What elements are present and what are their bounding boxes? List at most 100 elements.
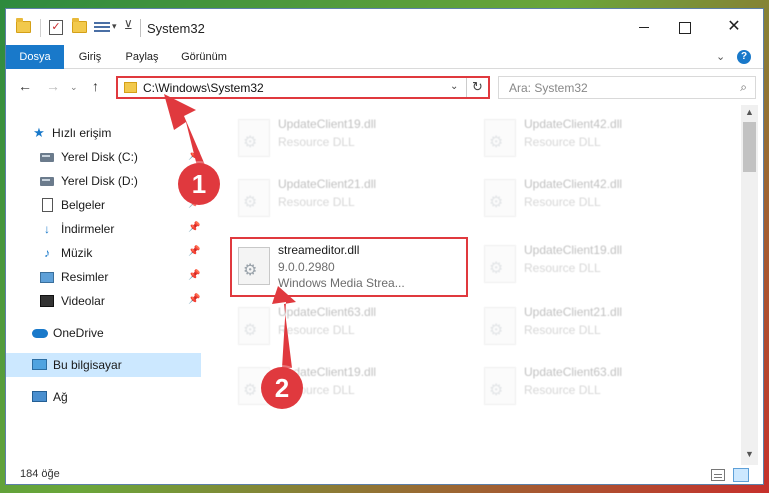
dll-file-icon — [484, 245, 516, 283]
file-item[interactable]: UpdateClient19.dll Resource DLL — [230, 111, 460, 165]
rename-icon[interactable] — [94, 20, 110, 34]
minimize-button[interactable] — [624, 15, 664, 39]
file-name: UpdateClient21.dll — [278, 177, 377, 191]
qat-dropdown-icon[interactable]: ▾ — [112, 21, 117, 32]
sidebar-item-downloads[interactable]: ↓ İndirmeler 📌 — [6, 217, 201, 241]
customize-qat-icon[interactable]: ⊻ — [124, 18, 133, 32]
new-folder-icon[interactable] — [72, 18, 87, 33]
status-bar: 184 öğe — [6, 465, 763, 484]
pictures-icon — [40, 272, 54, 283]
sidebar-item-quick-access[interactable]: ★ Hızlı erişim — [6, 121, 201, 145]
details-view-icon[interactable] — [711, 469, 725, 481]
file-item[interactable]: UpdateClient21.dll Resource DLL — [476, 299, 706, 353]
file-name: UpdateClient63.dll — [524, 365, 623, 379]
pin-icon[interactable]: 📌 — [188, 222, 200, 233]
large-icons-view-icon[interactable] — [733, 468, 749, 482]
file-item-streameditor[interactable]: streameditor.dll 9.0.0.2980 Windows Medi… — [230, 237, 468, 297]
pin-icon[interactable]: 📌 — [188, 270, 200, 281]
forward-arrow-icon[interactable]: → — [46, 78, 60, 94]
document-icon — [42, 198, 53, 212]
pin-icon[interactable]: 📌 — [188, 294, 200, 305]
refresh-icon[interactable]: ↻ — [472, 79, 483, 95]
file-type: Resource DLL — [524, 383, 601, 397]
network-icon — [32, 391, 47, 402]
file-name: streameditor.dll — [278, 243, 360, 257]
sidebar-item-label: Belgeler — [61, 198, 106, 212]
drive-icon — [40, 177, 54, 186]
file-type: Resource DLL — [524, 135, 601, 149]
close-button[interactable]: ✕ — [714, 15, 754, 39]
tab-share[interactable]: Paylaş — [116, 45, 168, 69]
back-arrow-icon[interactable]: ← — [18, 78, 32, 94]
address-bar[interactable]: C:\Windows\System32 ⌄ ↻ — [116, 76, 490, 99]
dll-file-icon — [238, 307, 270, 345]
star-icon: ★ — [33, 125, 45, 140]
computer-icon — [32, 359, 47, 370]
sidebar-item-label: İndirmeler — [61, 222, 115, 236]
folder-icon — [16, 18, 31, 33]
sidebar-item-onedrive[interactable]: OneDrive — [6, 321, 201, 345]
address-dropdown-icon[interactable]: ⌄ — [450, 81, 458, 92]
address-path[interactable]: C:\Windows\System32 — [143, 81, 264, 95]
file-type: Resource DLL — [278, 135, 355, 149]
dll-file-icon — [484, 119, 516, 157]
ribbon-expand-icon[interactable]: ⌄ — [716, 50, 725, 63]
pin-icon[interactable]: 📌 — [188, 150, 200, 161]
sidebar-item-label: Bu bilgisayar — [53, 358, 122, 372]
sidebar-item-videos[interactable]: Videolar 📌 — [6, 289, 201, 313]
file-item[interactable]: UpdateClient63.dll Resource DLL — [230, 299, 460, 353]
maximize-button[interactable] — [664, 15, 704, 39]
qat-separator — [40, 19, 41, 37]
scroll-thumb[interactable] — [743, 122, 756, 172]
sidebar-item-documents[interactable]: Belgeler 📌 — [6, 193, 201, 217]
sidebar-item-label: Hızlı erişim — [52, 126, 112, 140]
dll-file-icon — [484, 367, 516, 405]
file-version: 9.0.0.2980 — [278, 260, 335, 274]
sidebar-item-local-disk-d[interactable]: Yerel Disk (D:) — [6, 169, 201, 193]
folder-icon — [124, 82, 137, 93]
sidebar-item-label: Yerel Disk (C:) — [61, 150, 138, 164]
scroll-up-icon[interactable]: ▲ — [745, 107, 754, 117]
file-item[interactable]: UpdateClient21.dll Resource DLL — [230, 171, 460, 225]
tab-home[interactable]: Giriş — [64, 45, 116, 69]
file-item[interactable]: UpdateClient42.dll Resource DLL — [476, 171, 706, 225]
sidebar-item-music[interactable]: ♪ Müzik 📌 — [6, 241, 201, 265]
sidebar-item-local-disk-c[interactable]: Yerel Disk (C:) 📌 — [6, 145, 201, 169]
file-item[interactable]: UpdateClient19.dll Resource DLL — [476, 237, 706, 291]
scroll-down-icon[interactable]: ▼ — [745, 449, 754, 459]
file-item[interactable]: UpdateClient42.dll Resource DLL — [476, 111, 706, 165]
help-icon[interactable]: ? — [737, 50, 751, 64]
explorer-window: ✓ ▾ ⊻ System32 ✕ Dosya Giriş Paylaş Görü… — [5, 8, 764, 485]
search-placeholder: Ara: System32 — [509, 81, 588, 95]
search-icon[interactable]: ⌕ — [740, 80, 747, 95]
properties-check-icon[interactable]: ✓ — [49, 20, 63, 35]
sidebar-item-label: Resimler — [61, 270, 109, 284]
up-arrow-icon[interactable]: ↑ — [92, 78, 99, 94]
tab-view[interactable]: Görünüm — [168, 45, 240, 69]
pin-icon[interactable]: 📌 — [188, 246, 200, 257]
sidebar-item-label: Videolar — [61, 294, 105, 308]
address-separator — [466, 78, 467, 97]
navigation-bar: ← → ⌄ ↑ C:\Windows\System32 ⌄ ↻ Ara: Sys… — [6, 69, 763, 105]
sidebar-item-network[interactable]: Ağ — [6, 385, 201, 409]
music-note-icon: ♪ — [44, 246, 50, 260]
file-name: UpdateClient21.dll — [524, 305, 623, 319]
sidebar-item-label: Ağ — [53, 390, 68, 404]
dll-file-icon — [484, 179, 516, 217]
drive-icon — [40, 153, 54, 162]
vertical-scrollbar[interactable]: ▲ ▼ — [741, 105, 758, 465]
recent-locations-icon[interactable]: ⌄ — [70, 82, 78, 93]
cloud-icon — [32, 329, 48, 338]
sidebar-item-this-pc[interactable]: Bu bilgisayar — [6, 353, 201, 377]
file-name: UpdateClient19.dll — [278, 117, 377, 131]
file-item[interactable]: UpdateClient63.dll Resource DLL — [476, 359, 706, 413]
file-type: Resource DLL — [524, 261, 601, 275]
item-count: 184 öğe — [20, 468, 60, 480]
file-type: Resource DLL — [524, 195, 601, 209]
sidebar-item-pictures[interactable]: Resimler 📌 — [6, 265, 201, 289]
search-input[interactable]: Ara: System32 ⌕ — [498, 76, 756, 99]
dll-file-icon — [238, 247, 270, 285]
dll-file-icon — [238, 119, 270, 157]
sidebar-item-label: Müzik — [61, 246, 93, 260]
title-bar: ✓ ▾ ⊻ System32 ✕ — [6, 9, 763, 45]
